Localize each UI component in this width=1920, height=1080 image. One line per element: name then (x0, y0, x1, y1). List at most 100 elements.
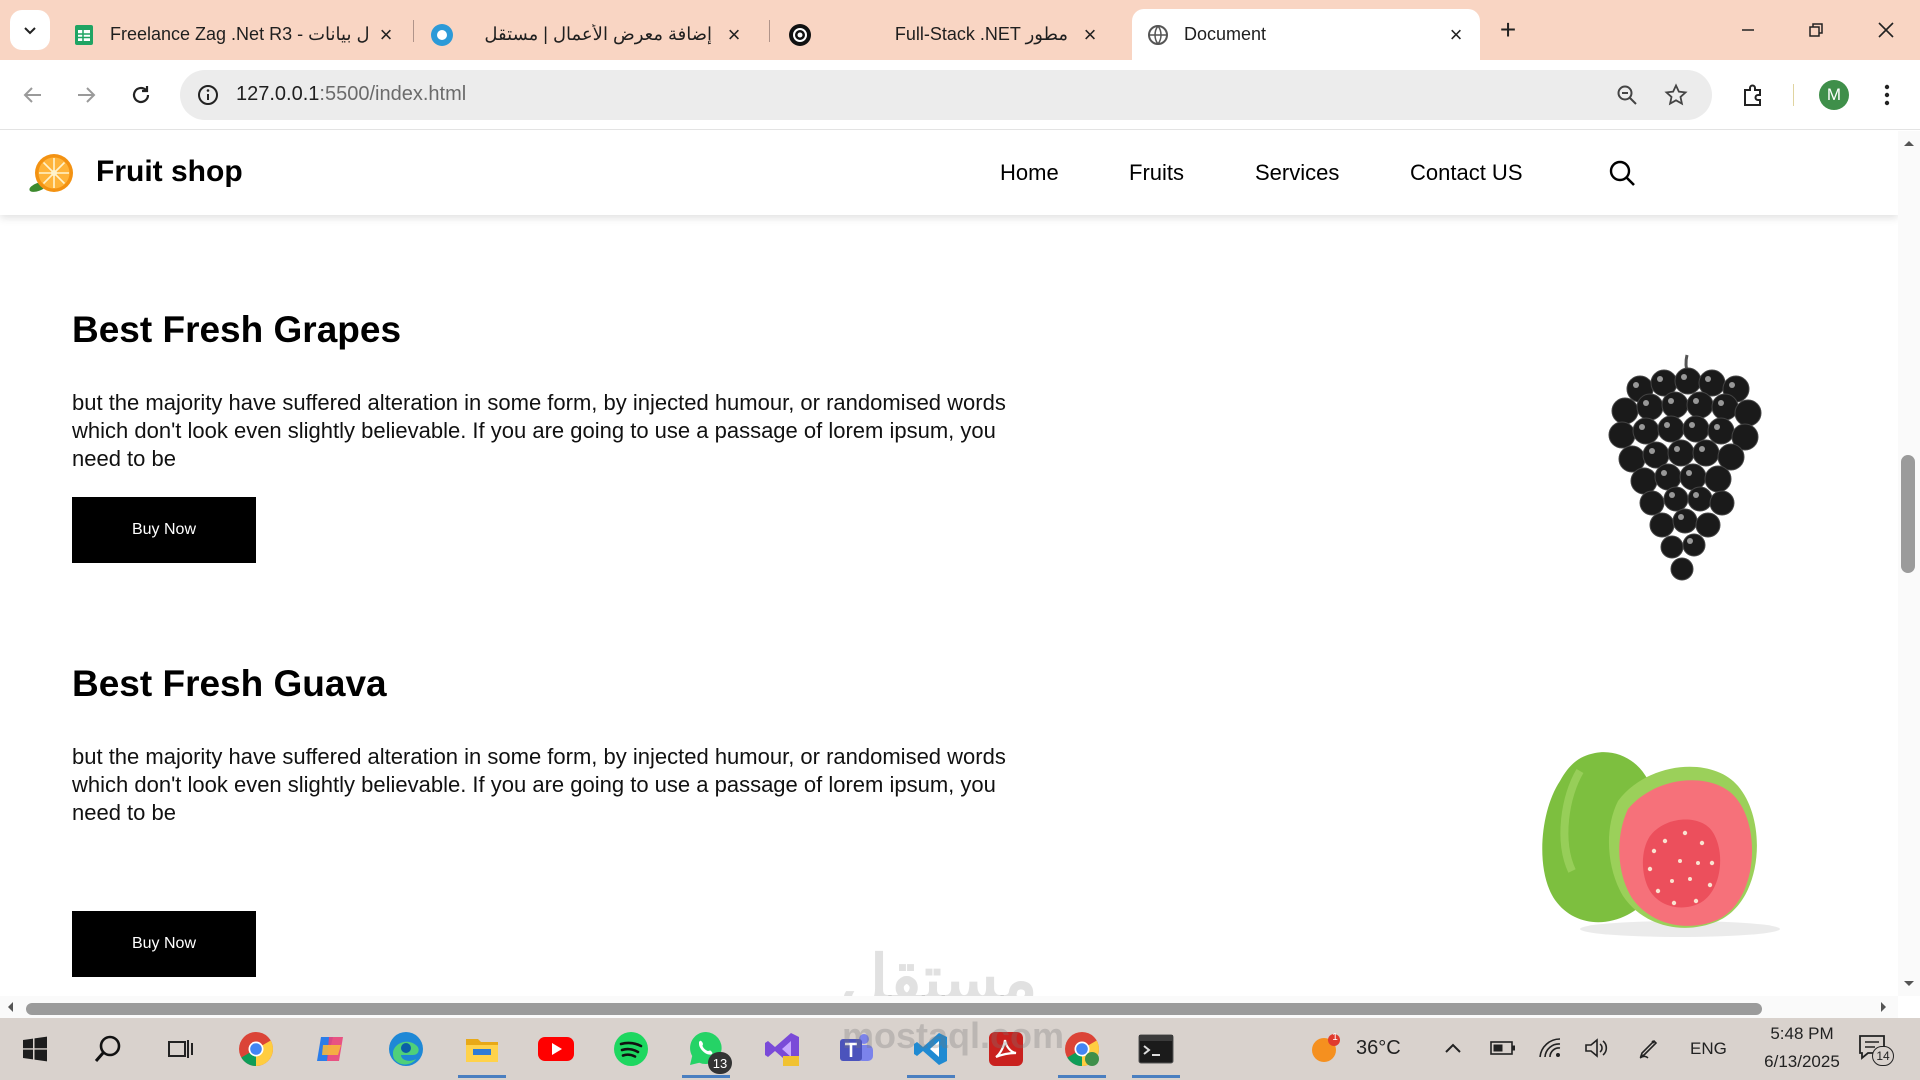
bookmark-button[interactable] (1661, 80, 1691, 110)
chevron-up-icon[interactable] (1443, 1039, 1463, 1062)
toolbar-divider (1793, 84, 1794, 106)
minimize-icon (1742, 29, 1754, 31)
buy-now-button[interactable]: Buy Now (72, 497, 256, 563)
product-section-grapes: Best Fresh Grapes (72, 309, 1072, 351)
reload-button[interactable] (123, 77, 159, 113)
horizontal-scroll-thumb[interactable] (26, 1003, 1762, 1015)
tab-mostaql[interactable]: إضافة معرض الأعمال | مستقل × (416, 9, 758, 60)
tab-separator (413, 20, 414, 42)
chatgpt-icon (788, 23, 812, 47)
watermark-arabic: مستقل (840, 942, 1038, 996)
spotify-icon[interactable] (607, 1026, 655, 1072)
puzzle-icon (1744, 84, 1761, 106)
tab-title: Freelance Zag .Net R3 - ل بيانات (110, 24, 370, 44)
minimize-button[interactable] (1724, 10, 1772, 50)
youtube-icon[interactable] (532, 1026, 580, 1072)
watermark-latin: mostaql.com (842, 1015, 1065, 1056)
tab-chatgpt[interactable]: Full-Stack .NET مطور × (774, 9, 1114, 60)
tab-title: Document (1184, 24, 1267, 44)
file-explorer-icon[interactable] (458, 1026, 506, 1078)
globe-icon (1146, 23, 1170, 47)
info-icon (198, 85, 218, 105)
notification-icon[interactable]: 14 (1858, 1034, 1894, 1066)
orange-logo-icon[interactable] (28, 151, 78, 195)
scroll-left-icon[interactable] (2, 996, 18, 1018)
pen-icon[interactable] (1637, 1036, 1661, 1065)
edge-icon[interactable] (382, 1026, 430, 1072)
temperature[interactable]: 36°C (1356, 1037, 1401, 1060)
nav-fruits[interactable]: Fruits (1129, 160, 1184, 186)
chrome-profile-icon[interactable] (1058, 1026, 1106, 1078)
address-bar[interactable]: 127.0.0.1:5500/index.html (180, 70, 1712, 120)
tab-sheets[interactable]: Freelance Zag .Net R3 - ل بيانات × (58, 9, 410, 60)
arrow-right-icon (78, 87, 96, 103)
battery-icon[interactable] (1490, 1039, 1516, 1062)
scroll-down-icon[interactable] (1898, 976, 1920, 992)
tab-search-button[interactable] (10, 10, 50, 50)
active-indicator (1058, 1075, 1106, 1078)
vertical-scroll-thumb[interactable] (1901, 455, 1915, 573)
language-indicator[interactable]: ENG (1690, 1039, 1727, 1059)
windows-start-icon[interactable] (11, 1026, 59, 1072)
browser-toolbar: 127.0.0.1:5500/index.html M (0, 60, 1920, 130)
product-title: Best Fresh Grapes (72, 309, 402, 350)
product-description-wrap: but the majority have suffered alteratio… (72, 743, 1072, 827)
site-info-button[interactable] (192, 79, 224, 111)
close-icon[interactable]: × (1076, 21, 1104, 49)
zoom-button[interactable] (1612, 80, 1642, 110)
site-header: Fruit shop Home Fruits Services Contact … (0, 131, 1898, 215)
visual-studio-icon[interactable] (758, 1026, 806, 1072)
buy-now-button[interactable]: Buy Now (72, 911, 256, 977)
zoom-out-icon (1617, 85, 1637, 105)
tab-strip: Freelance Zag .Net R3 - ل بيانات × إضافة… (0, 0, 1920, 60)
menu-button[interactable] (1869, 77, 1905, 113)
tab-title: إضافة معرض الأعمال | مستقل (484, 24, 712, 44)
close-icon[interactable]: × (720, 21, 748, 49)
task-view-icon[interactable] (156, 1026, 204, 1072)
chevron-down-icon (24, 27, 36, 35)
chrome-icon[interactable] (232, 1026, 280, 1072)
guava-image (1540, 741, 1790, 941)
back-button[interactable] (15, 77, 51, 113)
active-indicator (458, 1075, 506, 1078)
sheets-icon (72, 23, 96, 47)
close-window-button[interactable] (1862, 10, 1910, 50)
volume-icon[interactable] (1584, 1037, 1610, 1064)
clock-time[interactable]: 5:48 PM (1756, 1024, 1848, 1044)
forward-button[interactable] (68, 77, 104, 113)
search-icon[interactable] (84, 1026, 132, 1072)
wifi-icon[interactable] (1538, 1037, 1562, 1064)
brand-name[interactable]: Fruit shop (96, 155, 243, 189)
extensions-button[interactable] (1736, 77, 1772, 113)
whatsapp-icon[interactable]: 13 (682, 1026, 732, 1078)
active-indicator (907, 1075, 955, 1078)
scroll-up-icon[interactable] (1898, 135, 1920, 151)
tab-title: Full-Stack .NET مطور (894, 24, 1068, 44)
mostaql-icon (430, 23, 454, 47)
nav-contact[interactable]: Contact US (1410, 160, 1523, 186)
profile-avatar[interactable]: M (1819, 80, 1849, 110)
url-host: 127.0.0.1 (236, 83, 320, 105)
url-path: :5500/index.html (319, 83, 467, 105)
new-tab-button[interactable]: + (1492, 14, 1524, 46)
search-icon[interactable] (1607, 158, 1637, 188)
url-text[interactable]: 127.0.0.1:5500/index.html (236, 83, 466, 106)
restore-button[interactable] (1792, 10, 1840, 50)
scroll-right-icon[interactable] (1876, 996, 1892, 1018)
star-icon (1664, 83, 1688, 106)
tab-separator (769, 20, 770, 42)
terminal-icon[interactable] (1132, 1026, 1180, 1078)
restore-icon (1809, 23, 1823, 37)
active-indicator (1132, 1075, 1180, 1078)
copilot-icon[interactable] (307, 1026, 355, 1072)
weather-icon[interactable]: 1 (1310, 1032, 1340, 1064)
nav-home[interactable]: Home (1000, 160, 1059, 186)
clock-date[interactable]: 6/13/2025 (1743, 1052, 1861, 1072)
close-icon[interactable]: × (1442, 21, 1470, 49)
nav-services[interactable]: Services (1255, 160, 1339, 186)
reload-icon (132, 86, 150, 104)
close-icon[interactable]: × (372, 21, 400, 49)
more-vert-icon (1884, 84, 1890, 106)
product-section-guava: Best Fresh Guava (72, 663, 1072, 705)
tab-document[interactable]: Document × (1132, 9, 1480, 60)
